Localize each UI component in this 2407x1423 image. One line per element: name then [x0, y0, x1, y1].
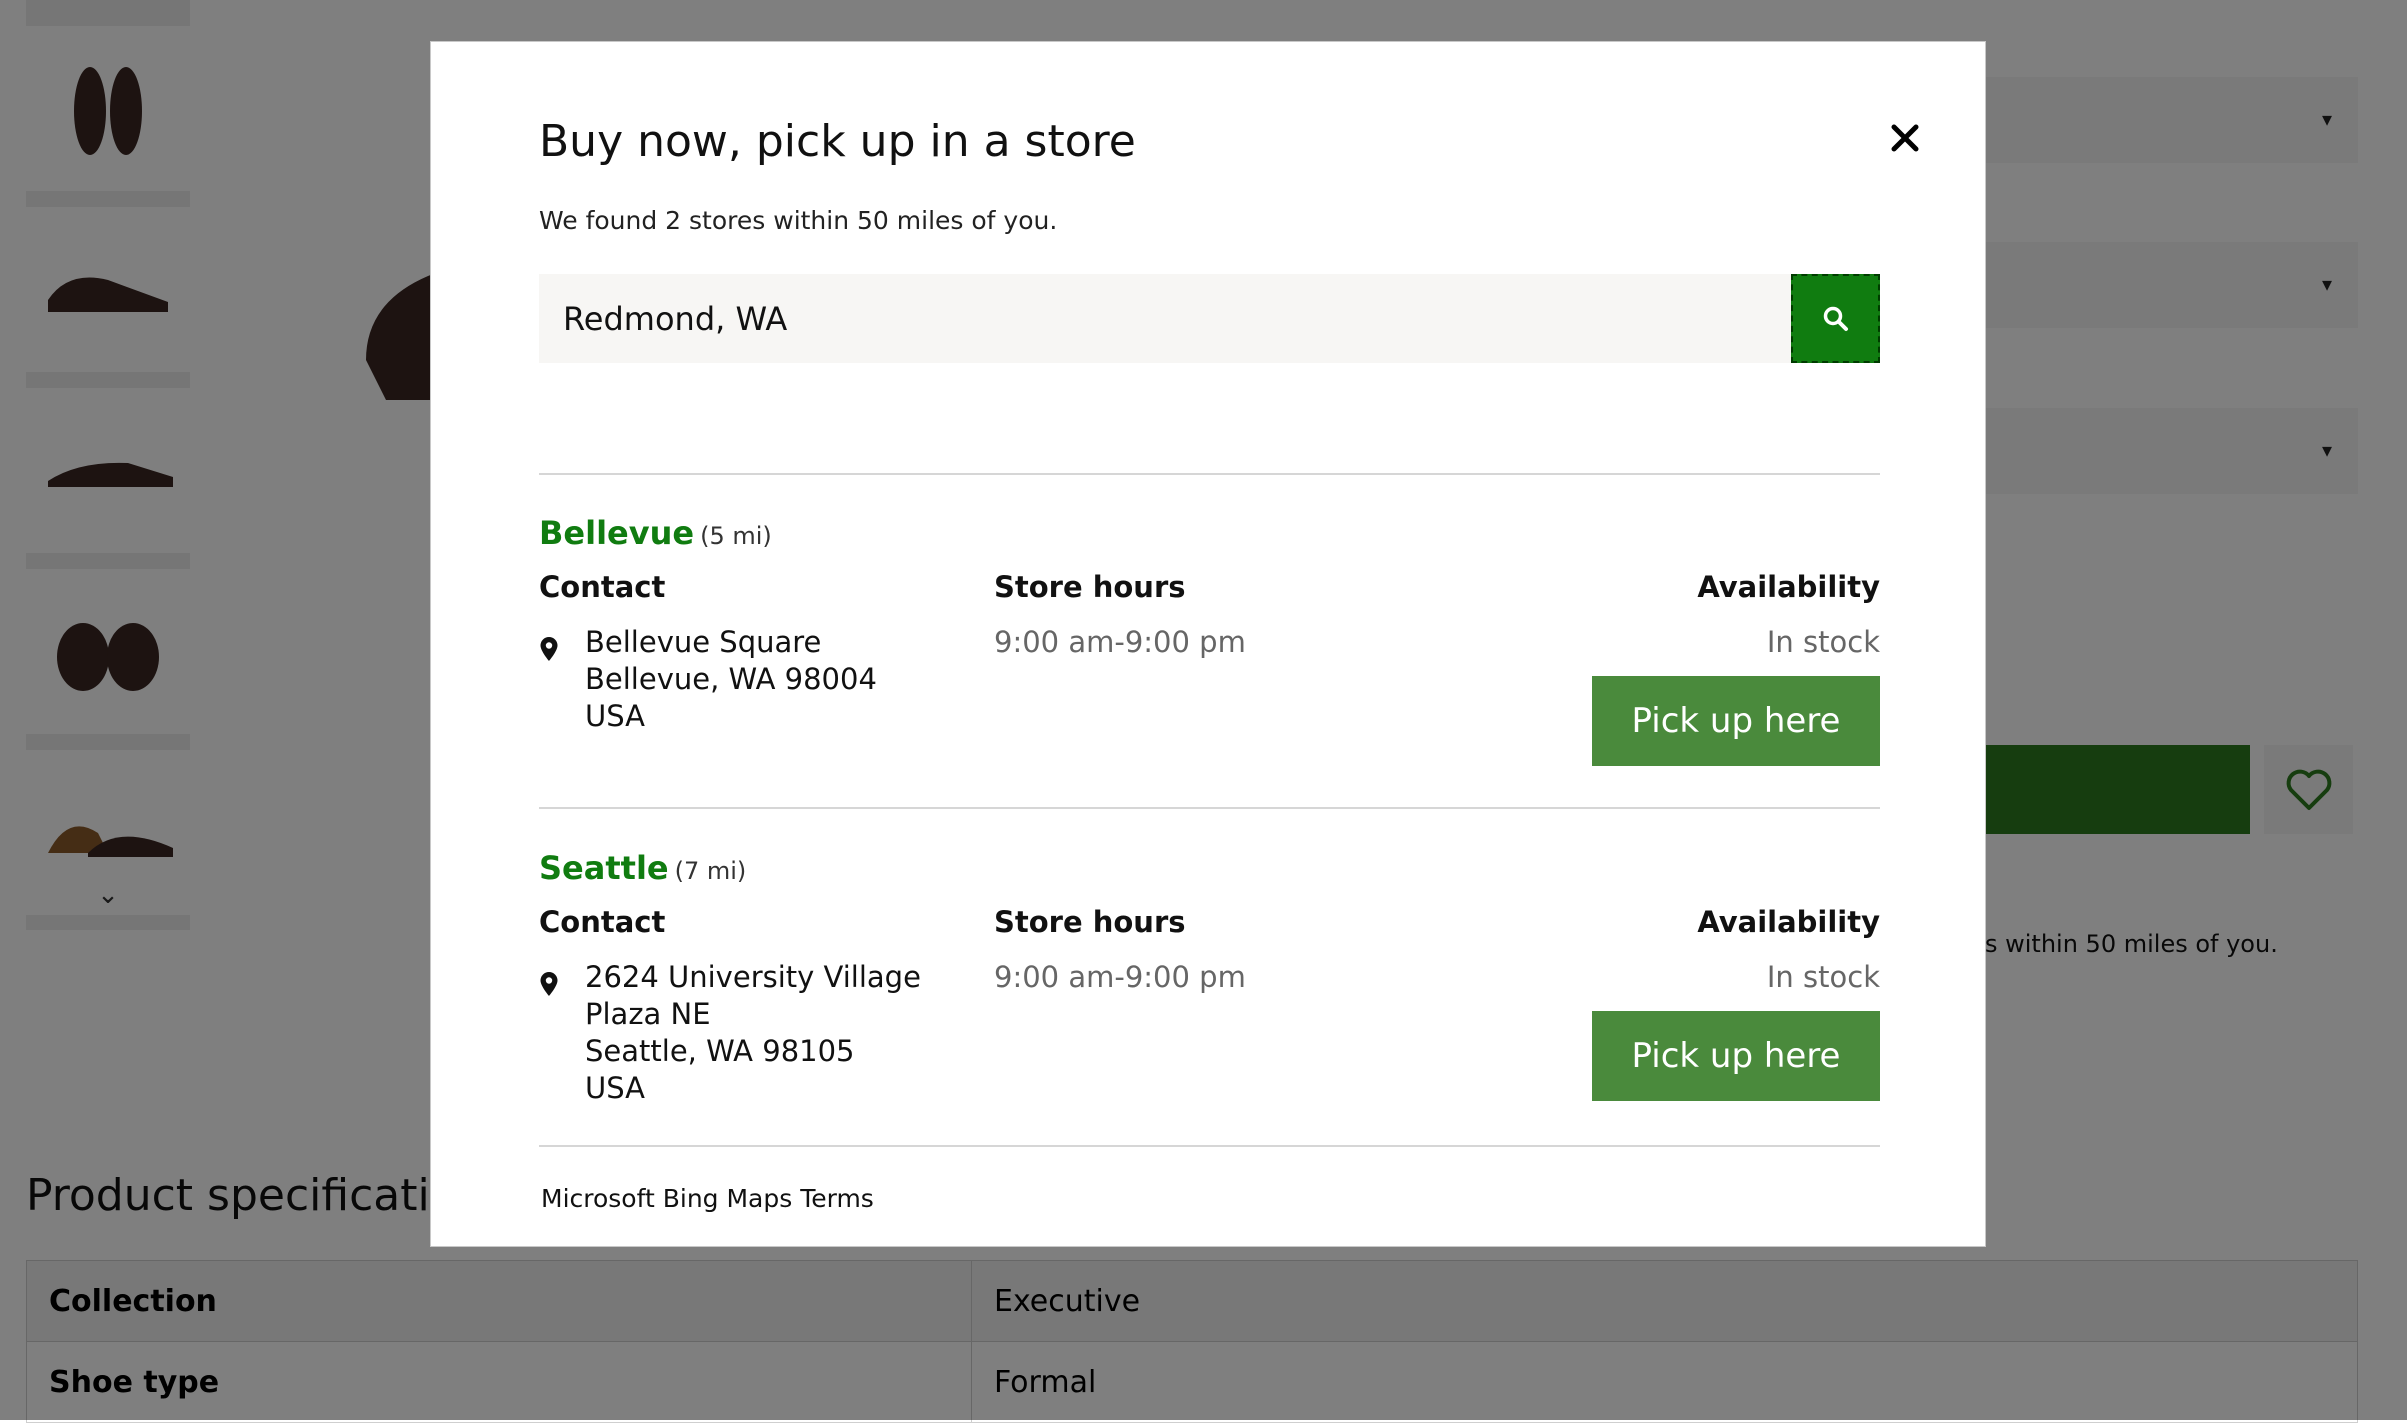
contact-heading: Contact: [539, 570, 666, 604]
close-icon: [1891, 124, 1919, 152]
store-header: Bellevue (5 mi): [539, 514, 772, 552]
location-search-input[interactable]: [539, 274, 1791, 363]
location-pin-icon: [540, 637, 558, 661]
location-search: [539, 274, 1880, 363]
store-address: 2624 University Village Plaza NE Seattle…: [585, 959, 985, 1107]
divider: [539, 1145, 1880, 1147]
store-pickup-dialog: Buy now, pick up in a store We found 2 s…: [430, 41, 1986, 1247]
store-hours: 9:00 am-9:00 pm: [994, 625, 1246, 659]
search-button[interactable]: [1791, 274, 1880, 363]
availability-status: In stock: [1766, 625, 1880, 659]
pick-up-here-button[interactable]: Pick up here: [1592, 676, 1880, 766]
bing-maps-terms-link[interactable]: Microsoft Bing Maps Terms: [541, 1184, 874, 1213]
store-hours-heading: Store hours: [994, 905, 1186, 939]
store-header: Seattle (7 mi): [539, 849, 746, 887]
dialog-subtitle: We found 2 stores within 50 miles of you…: [539, 206, 1058, 235]
availability-heading: Availability: [1697, 905, 1880, 939]
store-hours-heading: Store hours: [994, 570, 1186, 604]
address-line: Seattle, WA 98105: [585, 1034, 855, 1068]
availability-status: In stock: [1766, 960, 1880, 994]
availability-heading: Availability: [1697, 570, 1880, 604]
address-line: Bellevue Square: [585, 625, 822, 659]
address-line: 2624 University Village Plaza NE: [585, 960, 921, 1031]
address-line: USA: [585, 699, 646, 733]
dialog-title: Buy now, pick up in a store: [539, 116, 1136, 167]
store-name[interactable]: Seattle: [539, 849, 669, 887]
contact-heading: Contact: [539, 905, 666, 939]
address-line: Bellevue, WA 98004: [585, 662, 877, 696]
location-pin-icon: [540, 972, 558, 996]
divider: [539, 473, 1880, 475]
address-line: USA: [585, 1071, 646, 1105]
store-hours: 9:00 am-9:00 pm: [994, 960, 1246, 994]
divider: [539, 807, 1880, 809]
store-distance: (7 mi): [674, 857, 747, 885]
store-distance: (5 mi): [700, 522, 772, 550]
store-address: Bellevue Square Bellevue, WA 98004 USA: [585, 624, 985, 735]
search-icon: [1823, 306, 1848, 331]
store-name[interactable]: Bellevue: [539, 514, 694, 552]
close-button[interactable]: [1879, 112, 1931, 164]
pick-up-here-button[interactable]: Pick up here: [1592, 1011, 1880, 1101]
